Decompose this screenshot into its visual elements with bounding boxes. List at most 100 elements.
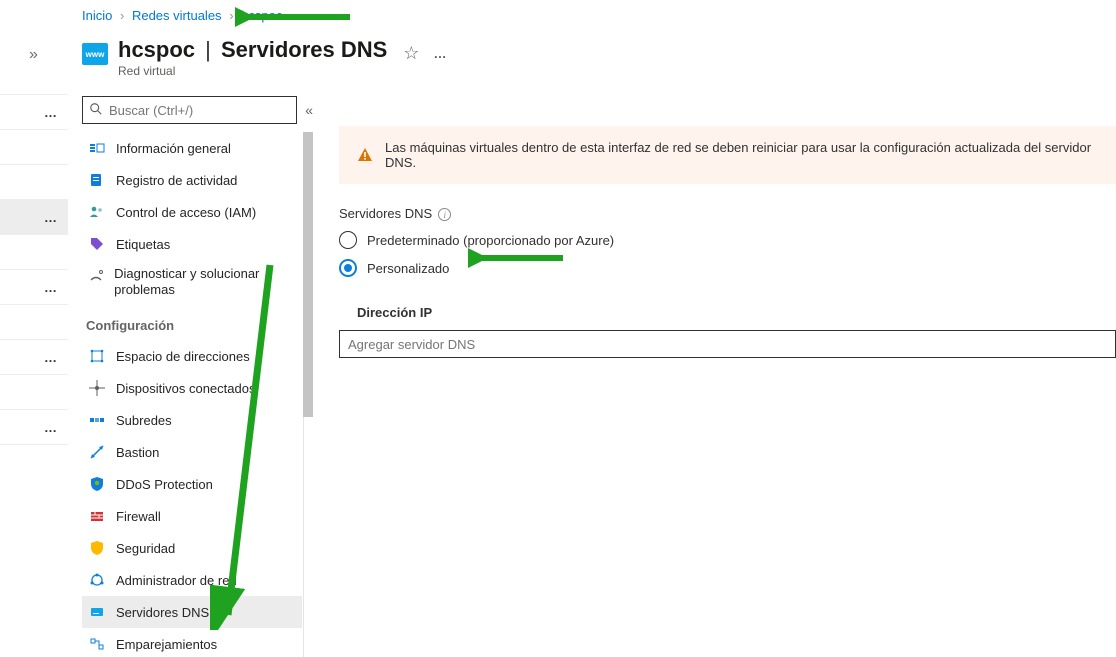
radio-label: Predeterminado (proporcionado por Azure) <box>367 233 614 248</box>
nav-item-iam[interactable]: Control de acceso (IAM) <box>82 196 302 228</box>
overview-icon <box>88 139 106 157</box>
field-label-text: Servidores DNS <box>339 206 432 221</box>
stub-row[interactable]: … <box>0 199 68 234</box>
stub-row[interactable] <box>0 374 68 409</box>
nav-label: Servidores DNS <box>116 605 209 620</box>
ellipsis-icon: … <box>44 105 58 120</box>
content-pane: Las máquinas virtuales dentro de esta in… <box>313 96 1116 657</box>
nav-label: Registro de actividad <box>116 173 237 188</box>
nav-label: Emparejamientos <box>116 637 217 652</box>
menu-search-box[interactable] <box>82 96 297 124</box>
ellipsis-icon: … <box>44 210 58 225</box>
breadcrumb-link-vnets[interactable]: Redes virtuales <box>132 8 222 23</box>
nav-item-ddos[interactable]: DDoS Protection <box>82 468 302 500</box>
nav-label: Bastion <box>116 445 159 460</box>
radio-icon <box>339 259 357 277</box>
nav-item-subnets[interactable]: Subredes <box>82 404 302 436</box>
bastion-icon <box>88 443 106 461</box>
chevron-right-icon: › <box>229 8 233 23</box>
nav-item-bastion[interactable]: Bastion <box>82 436 302 468</box>
page-subtitle: Servidores DNS <box>221 37 387 62</box>
devices-icon <box>88 379 106 397</box>
firewall-icon <box>88 507 106 525</box>
nav-label: Administrador de red <box>116 573 237 588</box>
stub-row[interactable] <box>0 129 68 164</box>
stub-row[interactable] <box>0 304 68 339</box>
address-space-icon <box>88 347 106 365</box>
stub-row[interactable] <box>0 444 68 479</box>
subnets-icon <box>88 411 106 429</box>
stub-row[interactable]: … <box>0 269 68 304</box>
collapsed-left-rail: » … … … … … <box>0 22 68 479</box>
warning-text: Las máquinas virtuales dentro de esta in… <box>385 140 1098 170</box>
nav-scrollbar-thumb[interactable] <box>303 132 313 417</box>
ellipsis-icon: … <box>44 280 58 295</box>
resource-type-label: Red virtual <box>118 64 387 78</box>
nav-item-peerings[interactable]: Emparejamientos <box>82 628 302 657</box>
nav-scrollbar-track <box>303 132 313 657</box>
nav-label: Diagnosticar y solucionar problemas <box>114 266 302 299</box>
menu-search-input[interactable] <box>109 103 290 118</box>
network-manager-icon <box>88 571 106 589</box>
diagnose-icon <box>88 266 104 284</box>
security-icon <box>88 539 106 557</box>
breadcrumb: Inicio › Redes virtuales › hcspoc <box>82 0 1116 29</box>
field-label-dns: Servidores DNS i <box>339 206 1116 221</box>
favorite-star-icon[interactable]: ☆ <box>403 43 419 64</box>
ddos-icon <box>88 475 106 493</box>
search-icon <box>89 102 103 119</box>
nav-label: DDoS Protection <box>116 477 213 492</box>
nav-item-network-manager[interactable]: Administrador de red <box>82 564 302 596</box>
resource-name: hcspoc <box>118 37 195 62</box>
radio-icon <box>339 231 357 249</box>
breadcrumb-link-home[interactable]: Inicio <box>82 8 112 23</box>
stub-row[interactable]: … <box>0 94 68 129</box>
more-actions-icon[interactable]: … <box>433 46 447 61</box>
peerings-icon <box>88 635 106 653</box>
nav-label: Subredes <box>116 413 172 428</box>
activity-log-icon <box>88 171 106 189</box>
nav-item-address-space[interactable]: Espacio de direcciones <box>82 340 302 372</box>
breadcrumb-link-resource[interactable]: hcspoc <box>241 8 282 23</box>
nav-section-config: Configuración <box>82 306 302 340</box>
radio-default[interactable]: Predeterminado (proporcionado por Azure) <box>339 231 1116 249</box>
chevron-right-icon: › <box>120 8 124 23</box>
info-icon[interactable]: i <box>438 208 451 221</box>
nav-item-overview[interactable]: Información general <box>82 132 302 164</box>
nav-label: Firewall <box>116 509 161 524</box>
nav-item-security[interactable]: Seguridad <box>82 532 302 564</box>
page-header: www hcspoc | Servidores DNS Red virtual … <box>82 29 1116 78</box>
nav-label: Información general <box>116 141 231 156</box>
stub-row[interactable]: … <box>0 409 68 444</box>
nav-item-diagnose[interactable]: Diagnosticar y solucionar problemas <box>82 260 302 306</box>
nav-label: Dispositivos conectados <box>116 381 255 396</box>
page-title: hcspoc | Servidores DNS <box>118 37 387 63</box>
nav-item-tags[interactable]: Etiquetas <box>82 228 302 260</box>
iam-icon <box>88 203 106 221</box>
nav-label: Espacio de direcciones <box>116 349 250 364</box>
add-dns-server-input[interactable] <box>339 330 1116 358</box>
ip-column-header: Dirección IP <box>357 305 1116 320</box>
vnet-resource-icon: www <box>82 43 108 65</box>
radio-label: Personalizado <box>367 261 449 276</box>
stub-row[interactable] <box>0 164 68 199</box>
stub-row[interactable] <box>0 234 68 269</box>
resource-menu: « Información general Registro de act <box>82 96 313 657</box>
nav-label: Seguridad <box>116 541 175 556</box>
nav-item-dns-servers[interactable]: Servidores DNS <box>82 596 302 628</box>
ellipsis-icon: … <box>44 420 58 435</box>
nav-item-connected-devices[interactable]: Dispositivos conectados <box>82 372 302 404</box>
nav-item-firewall[interactable]: Firewall <box>82 500 302 532</box>
nav-label: Etiquetas <box>116 237 170 252</box>
collapse-nav-icon[interactable]: « <box>305 102 313 118</box>
nav-item-activity-log[interactable]: Registro de actividad <box>82 164 302 196</box>
warning-banner: Las máquinas virtuales dentro de esta in… <box>339 126 1116 184</box>
ellipsis-icon: … <box>44 350 58 365</box>
radio-custom[interactable]: Personalizado <box>339 259 1116 277</box>
expand-rail-button[interactable]: » <box>0 22 68 74</box>
warning-triangle-icon <box>357 147 373 163</box>
tags-icon <box>88 235 106 253</box>
stub-row[interactable]: … <box>0 339 68 374</box>
dns-icon <box>88 603 106 621</box>
nav-label: Control de acceso (IAM) <box>116 205 256 220</box>
